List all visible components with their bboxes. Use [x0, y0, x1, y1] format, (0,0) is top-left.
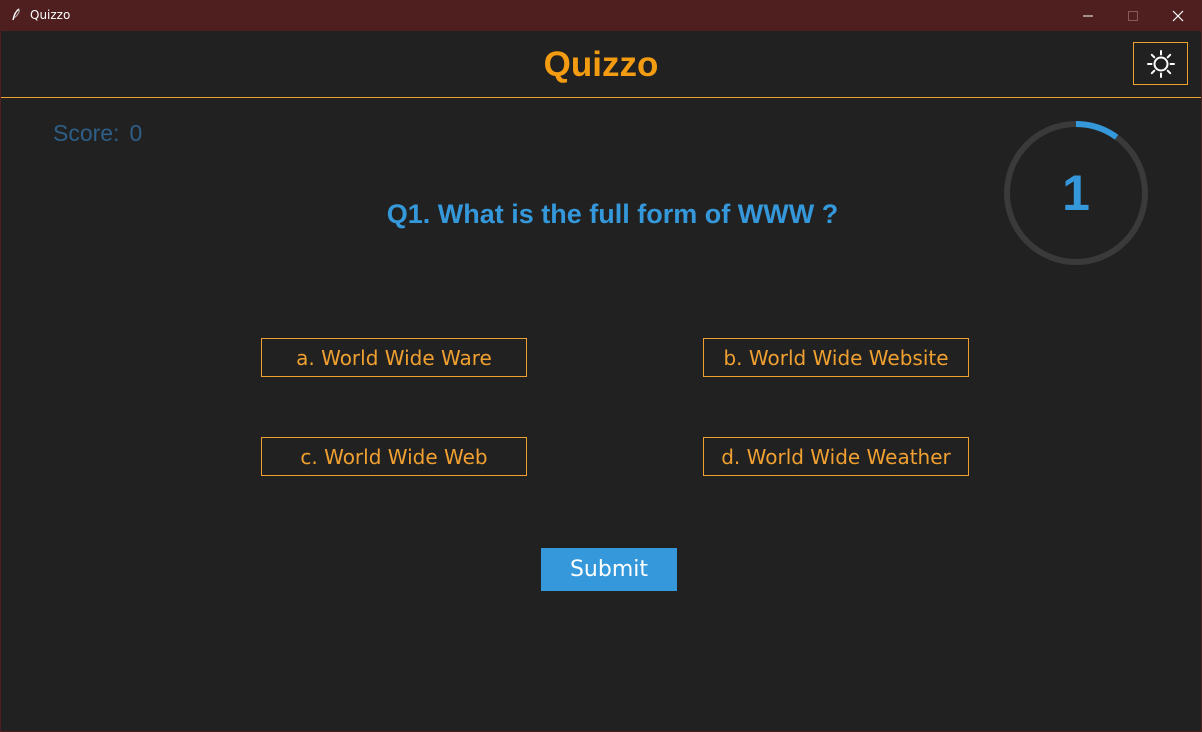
score-value: 0: [129, 120, 143, 146]
minimize-button[interactable]: [1065, 0, 1110, 31]
app-header: Quizzo: [1, 31, 1201, 98]
score-display: Score: 0: [53, 120, 142, 147]
minimize-icon: [1082, 15, 1093, 16]
feather-icon: [12, 8, 20, 21]
score-label: Score:: [53, 120, 120, 146]
window-title: Quizzo: [30, 8, 71, 22]
sun-icon: [1146, 49, 1175, 78]
option-b-button[interactable]: b. World Wide Website: [703, 338, 969, 377]
question-text: Q1. What is the full form of WWW ?: [386, 199, 839, 229]
countdown-timer: 1: [1002, 119, 1150, 267]
option-a-button[interactable]: a. World Wide Ware: [261, 338, 527, 377]
app-title: Quizzo: [543, 45, 659, 84]
timer-value: 1: [1062, 165, 1090, 221]
maximize-button[interactable]: [1110, 0, 1155, 31]
submit-button[interactable]: Submit: [541, 548, 677, 591]
option-d-button[interactable]: d. World Wide Weather: [703, 437, 969, 476]
maximize-icon: [1127, 10, 1138, 21]
window-titlebar[interactable]: Quizzo: [0, 0, 1202, 31]
theme-toggle-button[interactable]: [1133, 42, 1188, 85]
option-c-button[interactable]: c. World Wide Web: [261, 437, 527, 476]
close-button[interactable]: [1155, 0, 1200, 31]
close-icon: [1172, 10, 1183, 21]
